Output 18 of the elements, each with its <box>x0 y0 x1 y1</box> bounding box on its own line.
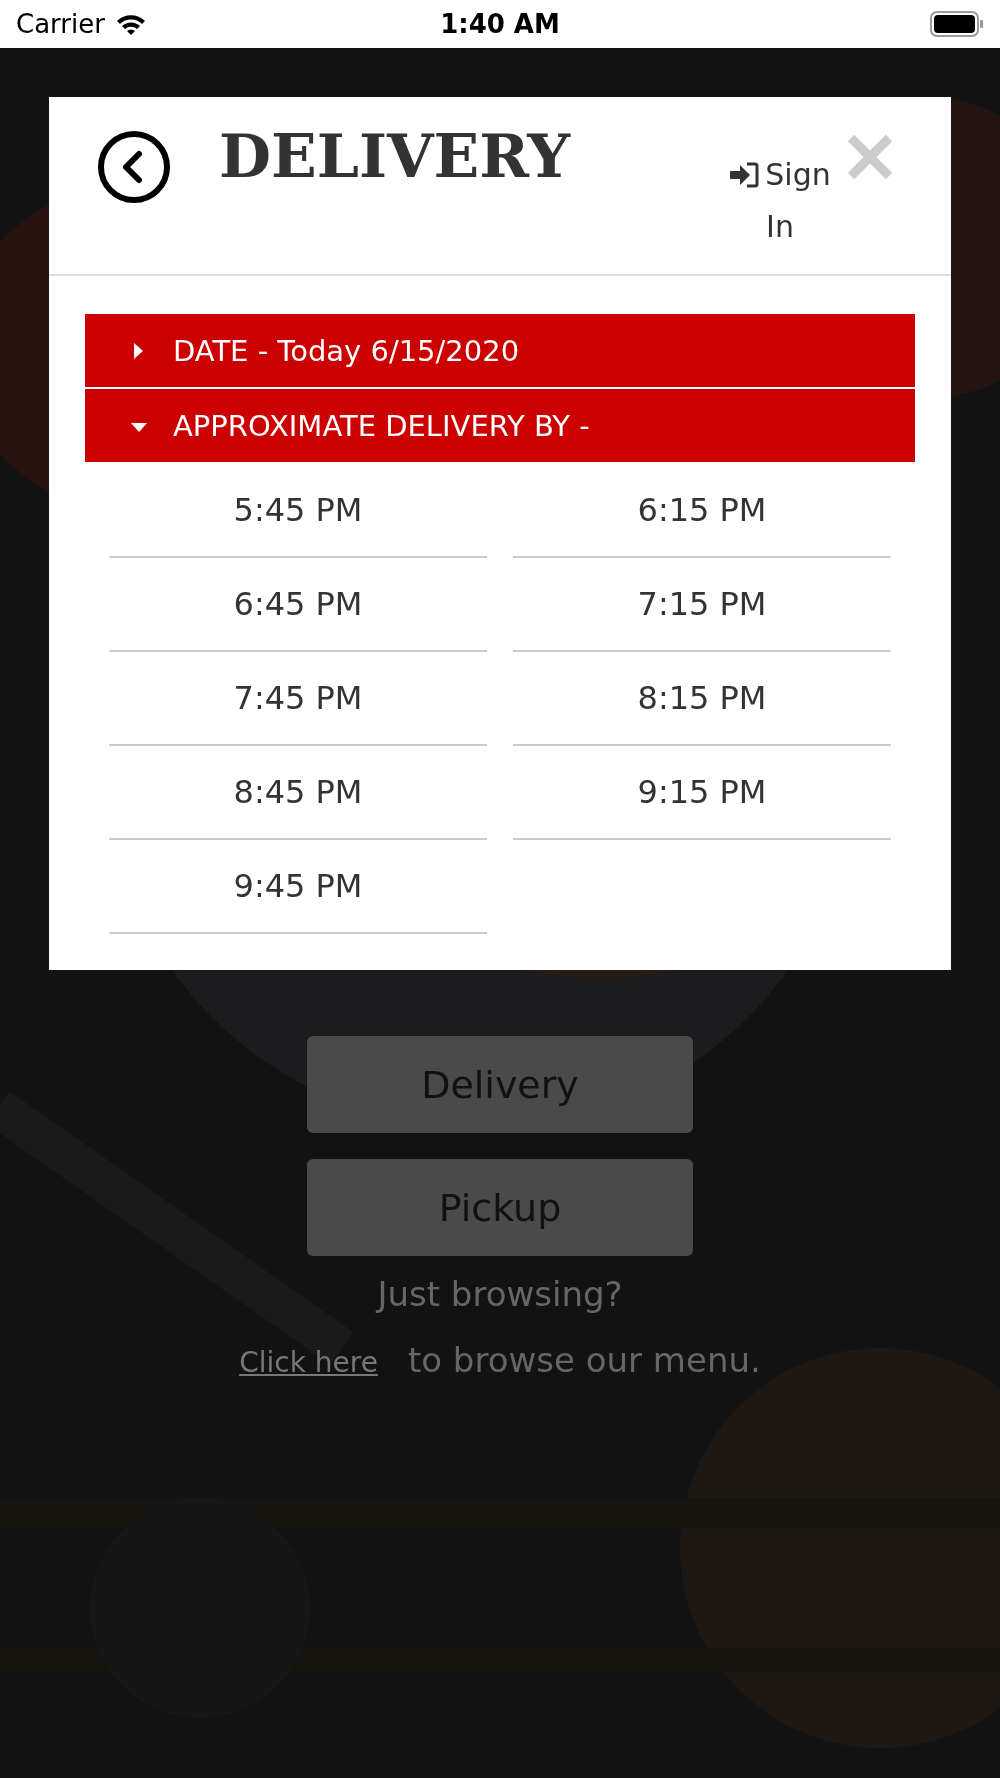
time-option[interactable]: 7:15 PM <box>513 558 891 652</box>
browse-text: to browse our menu. <box>407 1340 761 1380</box>
accordion-header[interactable]: DATE - Today 6/15/2020 <box>85 314 915 387</box>
time-option[interactable]: 6:15 PM <box>513 464 891 558</box>
time-option[interactable]: 6:45 PM <box>109 558 487 652</box>
time-option[interactable]: 5:45 PM <box>109 464 487 558</box>
time-option[interactable]: 9:45 PM <box>109 840 487 934</box>
sign-in-button[interactable]: Sign In <box>725 149 835 253</box>
accordion-header[interactable]: APPROXIMATE DELIVERY BY - <box>85 389 915 462</box>
browse-prompt: Just browsing? <box>377 1274 623 1314</box>
time-option[interactable]: 7:45 PM <box>109 652 487 746</box>
modal-title: DELIVERY <box>219 121 571 191</box>
time-option[interactable]: 9:15 PM <box>513 746 891 840</box>
time-option[interactable]: 8:15 PM <box>513 652 891 746</box>
time-option[interactable]: 8:45 PM <box>109 746 487 840</box>
clock-time: 1:40 AM <box>439 9 561 39</box>
carrier-name: Carrier <box>16 9 105 39</box>
browse-link[interactable]: Click here <box>239 1346 378 1379</box>
